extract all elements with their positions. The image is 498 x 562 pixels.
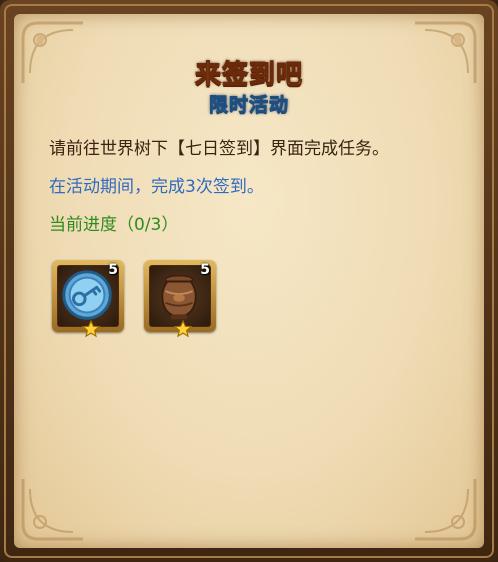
star-icon [82, 320, 100, 338]
progress-text: 当前进度（0/3） [49, 215, 179, 235]
corner-ornament-icon [18, 474, 88, 544]
corner-ornament-icon [410, 474, 480, 544]
task-requirement: 在活动期间，完成3次签到。 [49, 177, 264, 197]
reward-slot-urn[interactable]: 5 [144, 260, 216, 338]
event-subtitle: 限时活动 [208, 94, 289, 117]
reward-count: 5 [108, 262, 118, 278]
event-title: 来签到吧 [194, 60, 303, 91]
reward-count: 5 [200, 262, 210, 278]
star-icon [174, 320, 192, 338]
reward-slot-key[interactable]: 5 [52, 260, 124, 338]
task-description: 请前往世界树下【七日签到】界面完成任务。 [49, 139, 389, 159]
